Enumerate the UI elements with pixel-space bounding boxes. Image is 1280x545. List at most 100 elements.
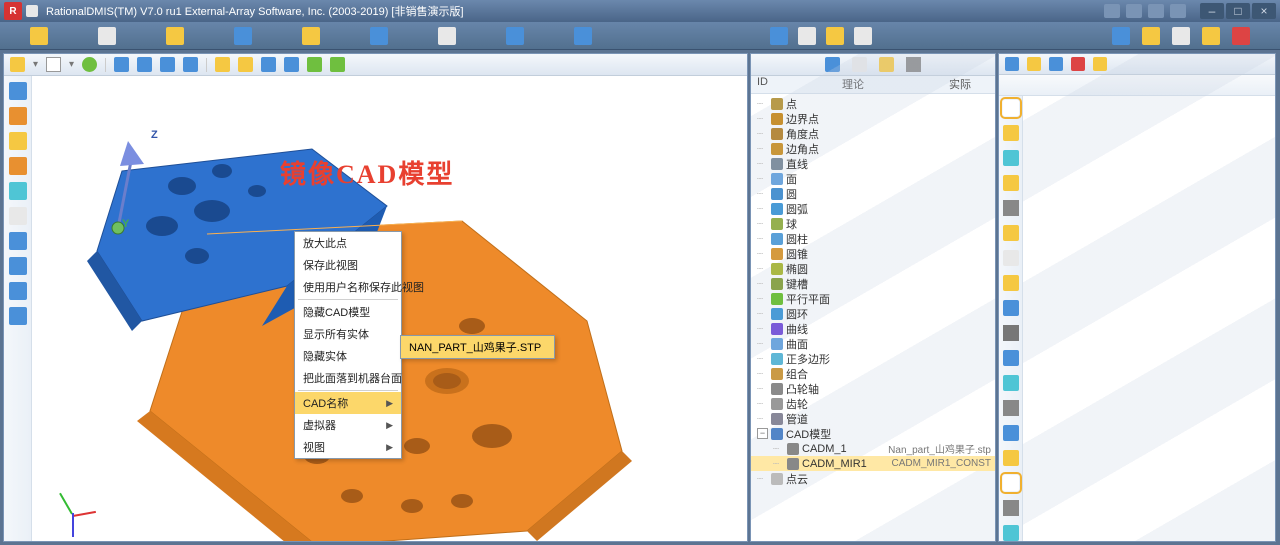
tree-node[interactable]: 圆柱 [751,231,995,246]
maximize-button[interactable]: □ [1226,3,1250,19]
left-tool-8[interactable] [9,257,27,275]
tree-node[interactable]: 曲面 [751,336,995,351]
rs-icon-16[interactable] [1003,475,1019,491]
tree-tool-2[interactable] [852,57,867,72]
rs-icon-15[interactable] [1003,450,1019,466]
tree-tool-1[interactable] [825,57,840,72]
toolbar-btn-5[interactable] [302,27,320,45]
rt-icon-4[interactable] [1071,57,1085,71]
toolbar-btn-9[interactable] [574,27,592,45]
tree-node[interactable]: 角度点 [751,126,995,141]
ctx-item-2[interactable]: 使用用户名称保存此视图 [295,276,401,298]
ctx-item-0[interactable]: 放大此点 [295,232,401,254]
left-tool-9[interactable] [9,282,27,300]
quick-icon-1[interactable] [1104,4,1120,18]
toolbar-btn-4[interactable] [234,27,252,45]
quick-icon-3[interactable] [1148,4,1164,18]
tree-node[interactable]: 凸轮轴 [751,381,995,396]
cursor-icon[interactable] [46,57,61,72]
ctx-item-5[interactable]: 隐藏实体 [295,345,401,367]
toolbar-btn-r1[interactable] [770,27,788,45]
rt-icon-1[interactable] [1005,57,1019,71]
toolbar-btn-7[interactable] [438,27,456,45]
tree-node[interactable]: CADM_1Nan_part_山鸡果子.stp [751,441,995,456]
ctx-item-6[interactable]: 把此面落到机器台面 [295,367,401,389]
toolbar-btn-2[interactable] [98,27,116,45]
ctx-item-4[interactable]: 显示所有实体 [295,323,401,345]
3d-viewport[interactable]: 镜像CAD模型 Z Y 放大此点保存此视图使用用户名称保存此视图隐藏CAD模型显… [32,76,747,541]
tree-node[interactable]: 正多边形 [751,351,995,366]
rt-icon-2[interactable] [1027,57,1041,71]
rs-icon-17[interactable] [1003,500,1019,516]
rs-icon-13[interactable] [1003,400,1019,416]
rs-icon-10[interactable] [1003,325,1019,341]
left-tool-6[interactable] [9,207,27,225]
rt-icon-3[interactable] [1049,57,1063,71]
tree-node[interactable]: −CAD模型 [751,426,995,441]
tree-node[interactable]: 边角点 [751,141,995,156]
tree-node[interactable]: 圆 [751,186,995,201]
tree-node[interactable]: 椭圆 [751,261,995,276]
left-tool-4[interactable] [9,157,27,175]
rs-icon-3[interactable] [1003,150,1019,166]
tree-tool-3[interactable] [879,57,894,72]
rs-icon-9[interactable] [1003,300,1019,316]
left-tool-1[interactable] [9,82,27,100]
feature-tree[interactable]: 点边界点角度点边角点直线面圆圆弧球圆柱圆锥椭圆键槽平行平面圆环曲线曲面正多边形组… [751,94,995,541]
rs-icon-4[interactable] [1003,175,1019,191]
left-tool-7[interactable] [9,232,27,250]
tree-node[interactable]: 圆锥 [751,246,995,261]
pan-icon[interactable] [183,57,198,72]
tree-node[interactable]: 直线 [751,156,995,171]
tree-node[interactable]: CADM_MIR1CADM_MIR1_CONST [751,456,995,471]
toolbar-btn-rr3[interactable] [1172,27,1190,45]
context-submenu[interactable]: NAN_PART_山鸡果子.STP [400,335,555,359]
view-icon-5[interactable] [307,57,322,72]
view-icon-3[interactable] [261,57,276,72]
tree-node[interactable]: 齿轮 [751,396,995,411]
ctx-item-7[interactable]: CAD名称▶ [295,392,401,414]
zoom-window-icon[interactable] [160,57,175,72]
toolbar-btn-r4[interactable] [854,27,872,45]
minimize-button[interactable]: – [1200,3,1224,19]
rs-icon-2[interactable] [1003,125,1019,141]
tree-node[interactable]: 管道 [751,411,995,426]
quick-icon-4[interactable] [1170,4,1186,18]
left-tool-5[interactable] [9,182,27,200]
context-menu[interactable]: 放大此点保存此视图使用用户名称保存此视图隐藏CAD模型显示所有实体隐藏实体把此面… [294,231,402,459]
home-icon[interactable] [10,57,25,72]
ctx-item-9[interactable]: 视图▶ [295,436,401,458]
view-icon-4[interactable] [284,57,299,72]
left-tool-2[interactable] [9,107,27,125]
tree-node[interactable]: 平行平面 [751,291,995,306]
zoom-icon[interactable] [114,57,129,72]
view-icon-2[interactable] [238,57,253,72]
refresh-icon[interactable] [82,57,97,72]
rs-icon-8[interactable] [1003,275,1019,291]
tree-node[interactable]: 圆环 [751,306,995,321]
toolbar-btn-1[interactable] [30,27,48,45]
rs-icon-6[interactable] [1003,225,1019,241]
toolbar-btn-rr1[interactable] [1112,27,1130,45]
rs-icon-14[interactable] [1003,425,1019,441]
tree-node[interactable]: 曲线 [751,321,995,336]
zoom-fit-icon[interactable] [137,57,152,72]
close-button[interactable]: × [1252,3,1276,19]
tree-node[interactable]: 圆弧 [751,201,995,216]
left-tool-10[interactable] [9,307,27,325]
toolbar-btn-rr2[interactable] [1142,27,1160,45]
toolbar-btn-r2[interactable] [798,27,816,45]
rt-icon-5[interactable] [1093,57,1107,71]
view-icon-6[interactable] [330,57,345,72]
camera-icon[interactable] [906,57,921,72]
tree-node[interactable]: 点云 [751,471,995,486]
rs-icon-7[interactable] [1003,250,1019,266]
ctx-item-8[interactable]: 虚拟器▶ [295,414,401,436]
rs-icon-11[interactable] [1003,350,1019,366]
ctx-item-3[interactable]: 隐藏CAD模型 [295,301,401,323]
toolbar-btn-6[interactable] [370,27,388,45]
rs-icon-12[interactable] [1003,375,1019,391]
tree-node[interactable]: 面 [751,171,995,186]
rs-icon-18[interactable] [1003,525,1019,541]
view-icon-1[interactable] [215,57,230,72]
